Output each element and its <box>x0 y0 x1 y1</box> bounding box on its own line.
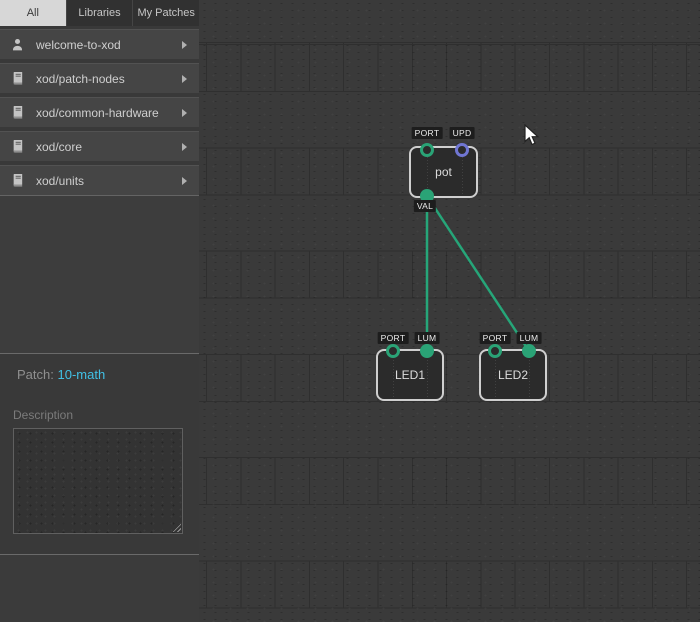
pin-guide <box>427 351 428 399</box>
book-icon <box>10 105 25 120</box>
chevron-right-icon[interactable] <box>182 41 187 49</box>
patch-canvas[interactable]: pot PORT UPD VAL LED1 PORT LUM LED2 PORT… <box>199 0 700 622</box>
chevron-right-icon[interactable] <box>182 143 187 151</box>
pin-led2-port[interactable] <box>488 344 502 358</box>
user-icon <box>10 37 25 52</box>
sidebar-item-welcome-to-xod[interactable]: welcome-to-xod <box>0 29 199 59</box>
sidebar-item-xod-units[interactable]: xod/units <box>0 165 199 195</box>
chevron-right-icon[interactable] <box>182 177 187 185</box>
description-label: Description <box>13 408 199 422</box>
patch-inspector: Patch: 10-math Description <box>0 353 199 554</box>
tab-my-patches[interactable]: My Patches <box>132 0 199 26</box>
book-icon <box>10 139 25 154</box>
node-label: LED2 <box>498 368 528 382</box>
node-led1[interactable]: LED1 <box>376 349 444 401</box>
pin-guide <box>495 351 496 399</box>
pin-label-led2-port: PORT <box>480 332 511 344</box>
link-pot-val-led2-lum[interactable] <box>427 196 529 351</box>
pin-guide <box>393 351 394 399</box>
pin-label-pot-upd: UPD <box>450 127 475 139</box>
description-box <box>13 428 183 534</box>
node-label: LED1 <box>395 368 425 382</box>
sidebar-item-label: xod/core <box>36 140 182 154</box>
pin-led1-port[interactable] <box>386 344 400 358</box>
pin-label-pot-val: VAL <box>414 200 436 212</box>
patch-name-link[interactable]: 10-math <box>57 367 105 382</box>
tab-all[interactable]: All <box>0 0 66 26</box>
sidebar-item-label: xod/patch-nodes <box>36 72 182 86</box>
library-list: welcome-to-xod xod/patch-nodes xod/commo… <box>0 26 199 195</box>
tab-libraries[interactable]: Libraries <box>66 0 133 26</box>
sidebar-footer <box>0 554 199 622</box>
sidebar: All Libraries My Patches welcome-to-xod … <box>0 0 199 622</box>
book-icon <box>10 173 25 188</box>
chevron-right-icon[interactable] <box>182 75 187 83</box>
sidebar-item-xod-patch-nodes[interactable]: xod/patch-nodes <box>0 63 199 93</box>
description-textarea[interactable] <box>13 428 183 534</box>
pin-label-led2-lum: LUM <box>517 332 542 344</box>
sidebar-item-label: xod/units <box>36 174 182 188</box>
sidebar-item-xod-core[interactable]: xod/core <box>0 131 199 161</box>
project-browser-tabs: All Libraries My Patches <box>0 0 199 26</box>
node-label: pot <box>435 165 452 179</box>
book-icon <box>10 71 25 86</box>
pin-label-led1-lum: LUM <box>415 332 440 344</box>
pin-led1-lum[interactable] <box>420 344 434 358</box>
patch-line: Patch: 10-math <box>17 367 199 382</box>
sidebar-item-xod-common-hardware[interactable]: xod/common-hardware <box>0 97 199 127</box>
pin-label-pot-port: PORT <box>412 127 443 139</box>
pin-pot-port[interactable] <box>420 143 434 157</box>
sidebar-item-label: welcome-to-xod <box>36 38 182 52</box>
pin-led2-lum[interactable] <box>522 344 536 358</box>
sidebar-item-label: xod/common-hardware <box>36 106 182 120</box>
pin-pot-upd[interactable] <box>455 143 469 157</box>
pin-label-led1-port: PORT <box>378 332 409 344</box>
sidebar-spacer <box>0 195 199 353</box>
node-led2[interactable]: LED2 <box>479 349 547 401</box>
pin-guide <box>529 351 530 399</box>
links-layer <box>199 0 700 622</box>
patch-label: Patch: <box>17 367 54 382</box>
chevron-right-icon[interactable] <box>182 109 187 117</box>
xod-ide-window: All Libraries My Patches welcome-to-xod … <box>0 0 700 622</box>
